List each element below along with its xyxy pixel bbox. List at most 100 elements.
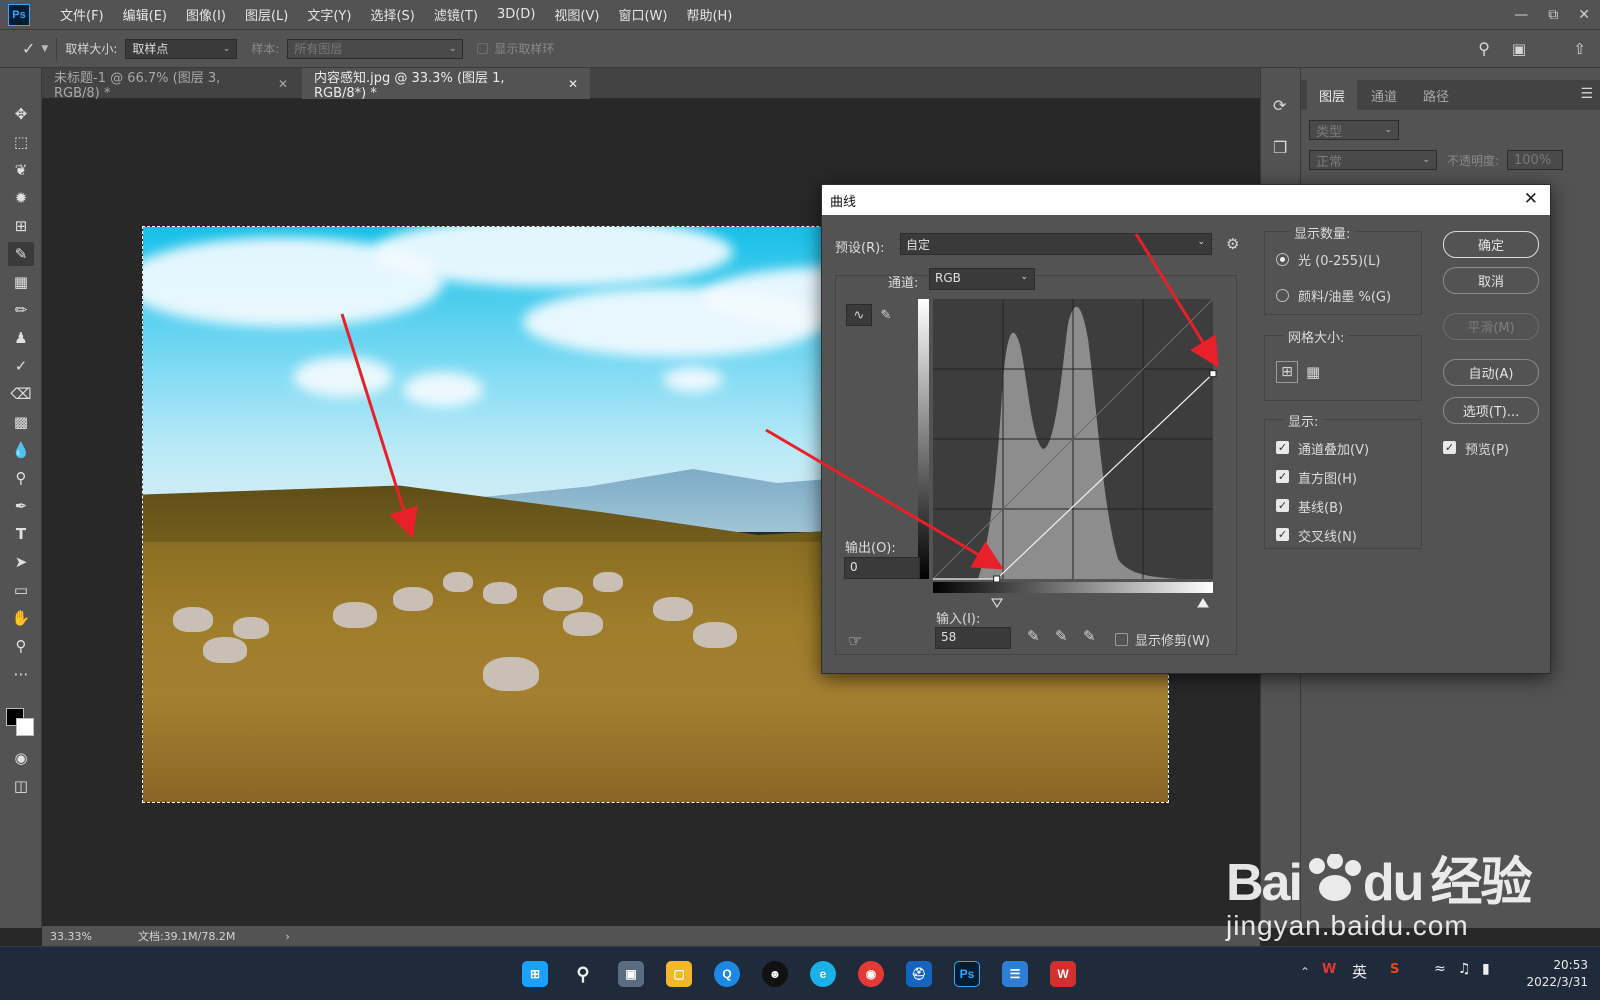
output-input[interactable]: 0 [844,557,920,579]
white-eyedropper-icon[interactable]: ✎ [1083,627,1096,645]
menu-filter[interactable]: 滤镜(T) [434,5,478,24]
task-view-icon[interactable]: ▣ [618,961,644,987]
baseline-checkbox[interactable]: ✓ [1276,499,1289,512]
menu-file[interactable]: 文件(F) [60,5,104,24]
taskbar-search-icon[interactable]: ⚲ [570,961,596,987]
chrome-icon[interactable]: ◉ [858,961,884,987]
panel-menu-icon[interactable]: ☰ [1580,86,1593,102]
curve-point-mode-icon[interactable]: ∿ [846,304,872,326]
photoshop-taskbar-icon[interactable]: Ps [954,961,980,987]
quick-mask-icon[interactable]: ◉ [8,746,34,770]
search-icon[interactable]: ⚲ [1478,39,1490,58]
stamp-tool-icon[interactable]: ♟ [8,326,34,350]
ime-indicator[interactable]: 英 [1352,961,1367,982]
light-radio[interactable] [1276,253,1289,266]
more-tools-icon[interactable]: ⋯ [8,662,34,686]
history-brush-tool-icon[interactable]: ✓ [8,354,34,378]
crop-tool-icon[interactable]: ⊞ [8,214,34,238]
options-button[interactable]: 选项(T)... [1443,397,1539,424]
eraser-tool-icon[interactable]: ⌫ [8,382,34,406]
restore-icon[interactable]: ⧉ [1548,7,1558,23]
menu-type[interactable]: 文字(Y) [307,5,351,24]
preset-select[interactable]: 自定 ⌄ [900,233,1212,255]
histogram-checkbox[interactable]: ✓ [1276,470,1289,483]
input-input[interactable]: 58 [935,627,1011,649]
volume-icon[interactable]: ♫ [1458,961,1471,977]
intersection-line-checkbox[interactable]: ✓ [1276,528,1289,541]
share-icon[interactable]: ⇧ [1573,40,1586,58]
menu-view[interactable]: 视图(V) [554,5,599,24]
show-clipping-checkbox[interactable] [1115,633,1128,646]
tab-untitled[interactable]: 未标题-1 @ 66.7% (图层 3, RGB/8) * ✕ [42,68,300,101]
lasso-tool-icon[interactable]: ❦ [8,158,34,182]
show-ring-checkbox[interactable] [477,43,489,54]
menu-window[interactable]: 窗口(W) [618,5,667,24]
menu-edit[interactable]: 编辑(E) [123,5,167,24]
wps-icon[interactable]: W [1050,961,1076,987]
status-arrow-icon[interactable]: › [285,930,289,943]
tray-sogou-icon[interactable]: S [1390,962,1399,977]
cancel-button[interactable]: 取消 [1443,267,1539,294]
close-icon[interactable]: ✕ [278,77,288,91]
tab-paths[interactable]: 路径 [1411,80,1461,110]
menu-select[interactable]: 选择(S) [370,5,414,24]
menu-help[interactable]: 帮助(H) [686,5,732,24]
menu-layer[interactable]: 图层(L) [245,5,288,24]
start-windows-icon[interactable]: ⊞ [522,961,548,987]
screen-mode-icon[interactable]: ◫ [8,774,34,798]
taskbar-clock[interactable]: 20:53 2022/3/31 [1526,957,1588,991]
sample-size-select[interactable]: 取样点 ⌄ [125,38,238,59]
pencil-mode-icon[interactable]: ✎ [875,304,897,326]
close-icon[interactable]: ✕ [568,77,578,91]
blend-mode-select[interactable]: 正常 ⌄ [1309,150,1437,170]
dodge-tool-icon[interactable]: ⚲ [8,466,34,490]
sample-select[interactable]: 所有图层 ⌄ [287,38,464,59]
ok-button[interactable]: 确定 [1443,231,1539,258]
channel-select[interactable]: RGB ⌄ [929,268,1035,290]
preview-checkbox[interactable]: ✓ [1443,441,1456,454]
blur-tool-icon[interactable]: 💧 [8,438,34,462]
tray-overflow-icon[interactable]: ⌃ [1300,965,1310,979]
curves-graph[interactable] [918,299,1218,621]
close-icon[interactable]: ✕ [1524,189,1538,209]
grid-simple-icon[interactable]: ⊞ [1276,361,1298,383]
security-shield-icon[interactable]: ⛑ [906,961,932,987]
pen-tool-icon[interactable]: ✒ [8,494,34,518]
close-icon[interactable]: ✕ [1578,7,1590,23]
minimize-icon[interactable]: — [1514,7,1528,23]
brush-tool-icon[interactable]: ✏ [8,298,34,322]
tab-channels[interactable]: 通道 [1359,80,1409,110]
grid-detailed-icon[interactable]: ▦ [1306,363,1320,381]
black-eyedropper-icon[interactable]: ✎ [1027,627,1040,645]
marquee-tool-icon[interactable]: ⬚ [8,130,34,154]
eyedropper-tool-icon[interactable]: ✎ [8,242,34,266]
wifi-icon[interactable]: ≈ [1434,961,1446,977]
3d-panel-icon[interactable]: ❒ [1273,138,1287,157]
qq-icon[interactable]: ☻ [762,961,788,987]
menu-3d[interactable]: 3D(D) [497,7,535,22]
tool-preset-chevron-icon[interactable]: ▼ [41,44,48,54]
path-select-tool-icon[interactable]: ➤ [8,550,34,574]
pigment-radio[interactable] [1276,289,1289,302]
type-tool-icon[interactable]: T [8,522,34,546]
tab-layers[interactable]: 图层 [1307,80,1358,110]
zoom-tool-icon[interactable]: ⚲ [8,634,34,658]
history-panel-icon[interactable]: ⟳ [1273,96,1286,115]
tray-wps-icon[interactable]: W [1322,962,1336,977]
quick-select-tool-icon[interactable]: ✹ [8,186,34,210]
workspace-icon[interactable]: ▣ [1512,40,1526,58]
file-explorer-icon[interactable]: ▢ [666,961,692,987]
preset-options-gear-icon[interactable]: ⚙ [1226,235,1239,253]
tab-content-aware[interactable]: 内容感知.jpg @ 33.3% (图层 1, RGB/8*) * ✕ [302,68,590,101]
hand-tool-icon[interactable]: ✋ [8,606,34,630]
eyedropper-icon[interactable]: ✓ [22,39,35,58]
frame-tool-icon[interactable]: ▦ [8,270,34,294]
channel-overlay-checkbox[interactable]: ✓ [1276,441,1289,454]
gray-eyedropper-icon[interactable]: ✎ [1055,627,1068,645]
rectangle-tool-icon[interactable]: ▭ [8,578,34,602]
ie-browser-icon[interactable]: e [810,961,836,987]
battery-icon[interactable]: ▮ [1482,961,1490,977]
layer-filter-select[interactable]: 类型 ⌄ [1309,120,1399,140]
menu-image[interactable]: 图像(I) [186,5,226,24]
gradient-tool-icon[interactable]: ▩ [8,410,34,434]
